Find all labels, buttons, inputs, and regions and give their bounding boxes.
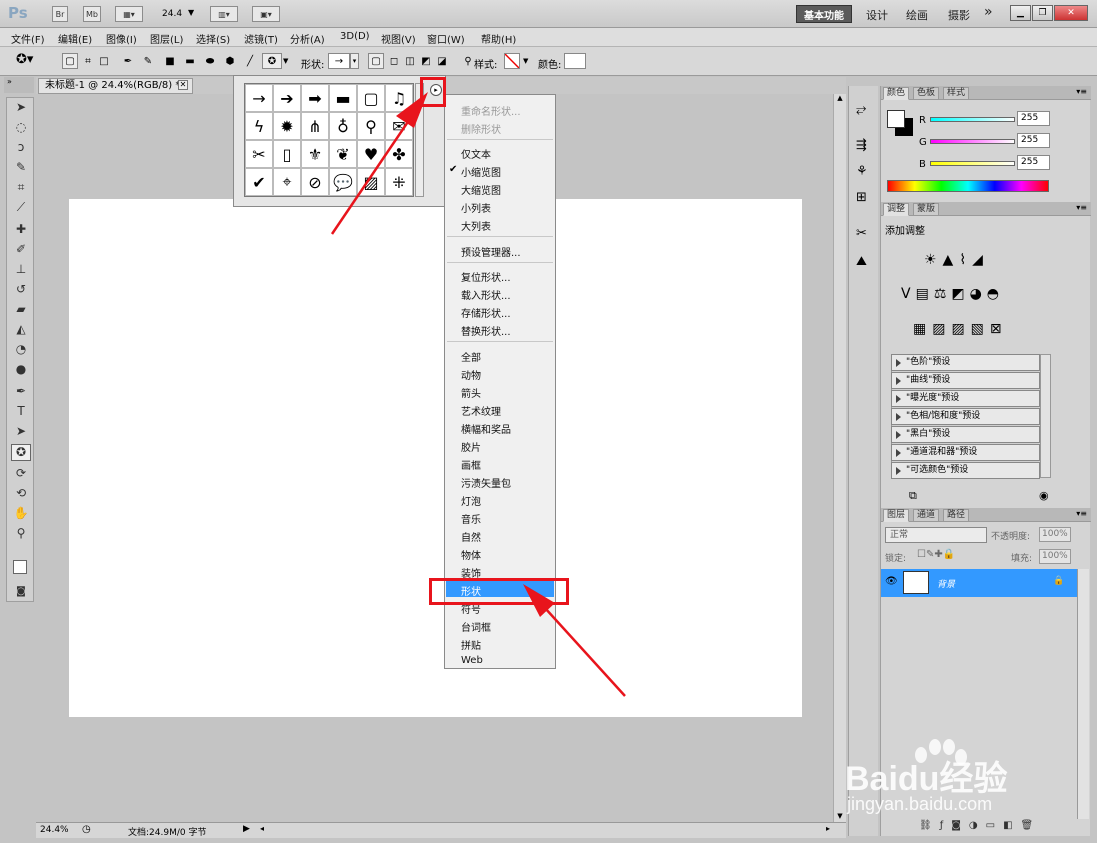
foreground-swatch[interactable]	[887, 110, 905, 128]
watermark: Baidu经验 jingyan.baidu.com	[843, 737, 1073, 823]
annotation-arrows	[330, 92, 626, 697]
watermark-brand: Baidu经验	[845, 760, 1008, 798]
watermark-url: jingyan.baidu.com	[847, 794, 993, 814]
